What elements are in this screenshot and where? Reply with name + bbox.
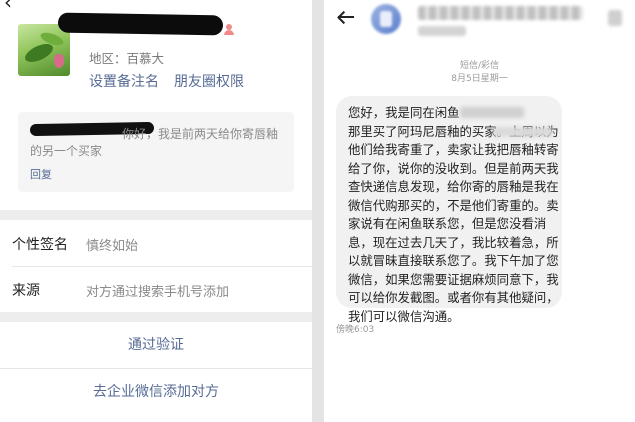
blurred-text — [493, 127, 553, 137]
info-card: 个性签名 慎终如始 来源 对方通过搜索手机号添加 — [0, 220, 312, 312]
message-date: 8月5日星期一 — [451, 74, 508, 84]
message-line: 我们可以微信沟通。 — [348, 308, 460, 324]
blurred-subtitle — [418, 26, 466, 36]
region: 地区：百慕大 — [89, 48, 164, 67]
panel-gap — [312, 0, 324, 422]
message-line: 微信，如果您需要证据麻烦同意下，我 — [348, 271, 559, 287]
add-via-wework-button[interactable]: 去企业微信添加对方 — [0, 369, 312, 415]
signature-key: 个性签名 — [12, 237, 68, 253]
signature-row: 个性签名 慎终如始 — [0, 220, 312, 266]
message-line: 息，现在过去几天了，我比较着急，所 — [348, 234, 559, 250]
region-value: 百慕大 — [126, 51, 165, 66]
person-icon — [224, 24, 234, 36]
wechat-profile-panel: ‹ 地区：百慕大 设置备注名 朋友圈权限 你好，我是前两天给你寄唇釉 的另一个买… — [0, 0, 312, 422]
blurred-phone-number — [418, 6, 583, 20]
verification-message-line1: 你好，我是前两天给你寄唇釉 — [122, 127, 279, 141]
reply-link[interactable]: 回复 — [30, 166, 52, 182]
message-line: 微信代购那买的，不是他们寄重的。卖 — [348, 197, 559, 213]
profile-card: ‹ 地区：百慕大 设置备注名 朋友圈权限 你好，我是前两天给你寄唇釉 的另一个买… — [0, 0, 312, 210]
message-line: 您好，我是同在闲鱼 — [348, 104, 550, 123]
message-bubble[interactable]: 您好，我是同在闲鱼 那里买了阿玛尼唇釉的买家。上周以为 他们给我寄重了，卖家让我… — [336, 96, 562, 324]
avatar[interactable] — [18, 24, 70, 76]
message-line: 查快递信息发现，给你寄的唇釉是我在 — [348, 179, 559, 194]
verification-message-line2: 的另一个买家 — [30, 144, 103, 158]
signature-value: 慎终如始 — [86, 239, 139, 254]
region-label: 地区： — [89, 51, 127, 66]
message-line: 家说有在闲鱼联系您，但是您没看消 — [348, 216, 547, 231]
message-line: 以就冒昧直接联系您了。我下午加了您 — [348, 253, 559, 268]
source-row: 来源 对方通过搜索手机号添加 — [0, 266, 312, 312]
contact-avatar[interactable] — [371, 4, 401, 34]
approve-verification-button[interactable]: 通过验证 — [0, 322, 312, 368]
verification-message-box: 你好，我是前两天给你寄唇釉 的另一个买家 回复 — [18, 112, 294, 192]
redacted-name — [57, 12, 224, 36]
sms-conversation-panel: 短信/彩信 8月5日星期一 您好，我是同在闲鱼 那里买了阿玛尼唇釉的买家。上周以… — [324, 0, 635, 422]
sms-type-label: 短信/彩信 — [459, 61, 500, 71]
action-card: 通过验证 去企业微信添加对方 — [0, 322, 312, 422]
moments-permission-link[interactable]: 朋友圈权限 — [174, 71, 244, 91]
message-line: 给了你，说你的没收到。但是前两天我 — [348, 160, 559, 176]
source-key: 来源 — [12, 283, 40, 299]
message-line: 他们给我寄重了，卖家让我把唇釉转寄 — [348, 142, 559, 157]
sent-time: 傍晚6:03 — [336, 325, 375, 335]
source-value: 对方通过搜索手机号添加 — [86, 285, 230, 300]
more-icon[interactable] — [608, 10, 622, 26]
set-remark-link[interactable]: 设置备注名 — [89, 71, 159, 91]
message-line: 可以给你发截图。或者你有其他疑问， — [348, 290, 559, 305]
back-arrow-icon[interactable] — [336, 6, 358, 28]
back-chevron-icon[interactable]: ‹ — [4, 0, 12, 12]
blurred-text — [459, 107, 524, 118]
